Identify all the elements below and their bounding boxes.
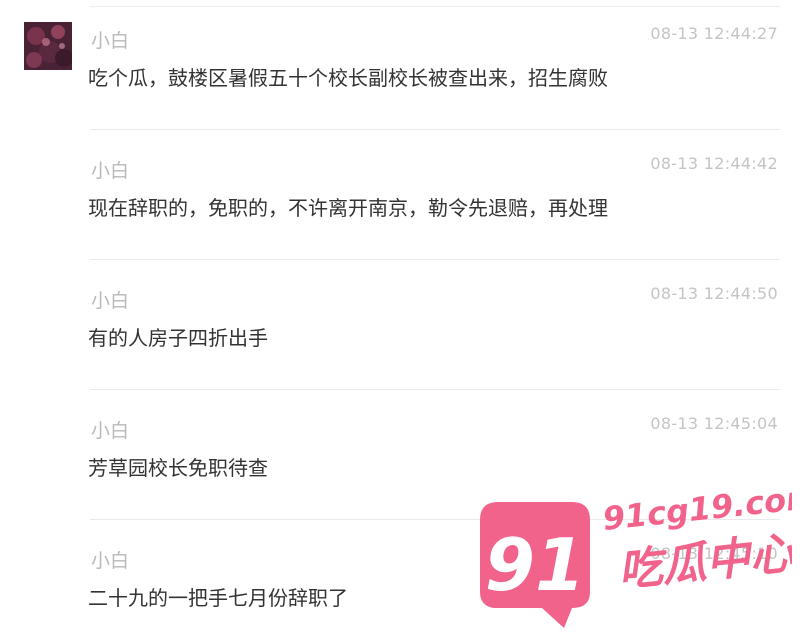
message-item: 小白 08-13 12:45:10 二十九的一把手七月份辞职了	[0, 520, 800, 638]
message-sender[interactable]: 小白	[91, 156, 129, 183]
message-timestamp: 08-13 12:44:27	[650, 24, 778, 43]
message-sender[interactable]: 小白	[91, 546, 129, 573]
message-item: 小白 08-13 12:44:42 现在辞职的，免职的，不许离开南京，勒令先退赔…	[0, 130, 800, 260]
message-timestamp: 08-13 12:45:04	[650, 414, 778, 433]
message-text: 有的人房子四折出手	[88, 326, 268, 350]
message-text: 现在辞职的，免职的，不许离开南京，勒令先退赔，再处理	[88, 196, 608, 220]
message-sender[interactable]: 小白	[91, 26, 129, 53]
message-timestamp: 08-13 12:44:50	[650, 284, 778, 303]
message-item: 小白 08-13 12:44:27 吃个瓜，鼓楼区暑假五十个校长副校长被查出来，…	[0, 0, 800, 130]
message-item: 小白 08-13 12:45:04 芳草园校长免职待查	[0, 390, 800, 520]
message-text: 芳草园校长免职待查	[88, 456, 268, 480]
message-item: 小白 08-13 12:44:50 有的人房子四折出手	[0, 260, 800, 390]
message-text: 吃个瓜，鼓楼区暑假五十个校长副校长被查出来，招生腐败	[88, 66, 608, 90]
message-text: 二十九的一把手七月份辞职了	[88, 586, 348, 610]
message-timestamp: 08-13 12:45:10	[650, 544, 778, 563]
message-sender[interactable]: 小白	[91, 416, 129, 443]
message-timestamp: 08-13 12:44:42	[650, 154, 778, 173]
message-sender[interactable]: 小白	[91, 286, 129, 313]
